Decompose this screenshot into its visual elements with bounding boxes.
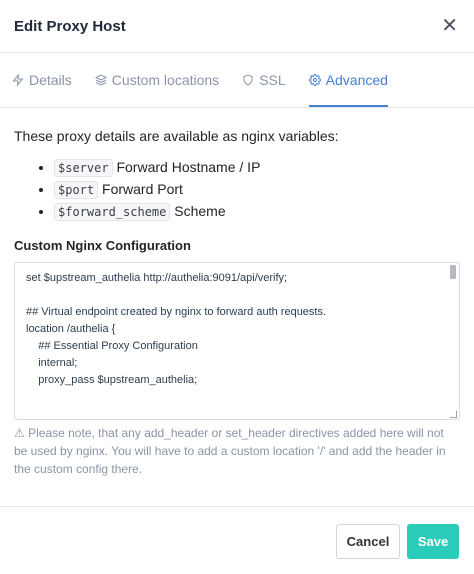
shield-icon: [243, 73, 253, 86]
list-item: $port Forward Port: [54, 178, 460, 200]
config-line: set $upstream_authelia http://authelia:9…: [26, 272, 288, 284]
config-line: ## Virtual endpoint created by nginx to …: [26, 306, 327, 318]
variable-desc: Forward Hostname / IP: [116, 159, 261, 175]
advanced-panel: These proxy details are available as ngi…: [0, 108, 474, 478]
dialog-header: Edit Proxy Host ✕: [0, 0, 474, 53]
warning-icon: ⚠: [14, 426, 25, 440]
layers-icon: [94, 73, 107, 86]
tab-advanced[interactable]: Advanced: [308, 54, 388, 107]
config-line: location /authelia {: [26, 323, 116, 335]
tab-ssl[interactable]: SSL: [242, 54, 286, 107]
resize-handle[interactable]: [450, 411, 457, 418]
variable-desc: Forward Port: [102, 181, 183, 197]
warning-note: ⚠ Please note, that any add_header or se…: [14, 424, 460, 478]
dialog-title: Edit Proxy Host: [14, 17, 126, 35]
config-line: internal;: [26, 357, 78, 369]
intro-text: These proxy details are available as ngi…: [14, 128, 339, 144]
warning-text: Please note, that any add_header or set_…: [14, 426, 446, 476]
tab-custom-locations[interactable]: Custom locations: [94, 54, 220, 107]
tab-label: Custom locations: [111, 71, 220, 88]
dialog-footer: Cancel Save: [0, 506, 474, 574]
editor-scrollbar[interactable]: [450, 265, 456, 279]
variable-code: $server: [54, 159, 113, 177]
config-label: Custom Nginx Configuration: [14, 238, 191, 253]
tab-label: Advanced: [325, 71, 388, 88]
config-line: proxy_pass $upstream_authelia;: [26, 374, 198, 386]
tab-details[interactable]: Details: [12, 54, 72, 107]
config-line: [26, 287, 441, 304]
tab-label: Details: [29, 71, 72, 88]
cancel-button[interactable]: Cancel: [336, 524, 400, 559]
tab-bar: Details Custom locations SSL Advanced: [0, 53, 474, 108]
gear-icon: [308, 73, 321, 86]
config-line: ## Essential Proxy Configuration: [26, 340, 198, 352]
tab-label: SSL: [259, 71, 286, 88]
close-icon[interactable]: ✕: [441, 16, 458, 36]
variable-desc: Scheme: [174, 203, 226, 219]
save-button[interactable]: Save: [407, 524, 459, 559]
variable-list: $server Forward Hostname / IP $port Forw…: [14, 156, 460, 222]
variable-code: $port: [54, 181, 99, 199]
list-item: $forward_scheme Scheme: [54, 200, 460, 222]
zap-icon: [12, 73, 24, 86]
list-item: $server Forward Hostname / IP: [54, 156, 460, 178]
nginx-config-textarea[interactable]: set $upstream_authelia http://authelia:9…: [14, 262, 460, 420]
variable-code: $forward_scheme: [54, 203, 171, 221]
